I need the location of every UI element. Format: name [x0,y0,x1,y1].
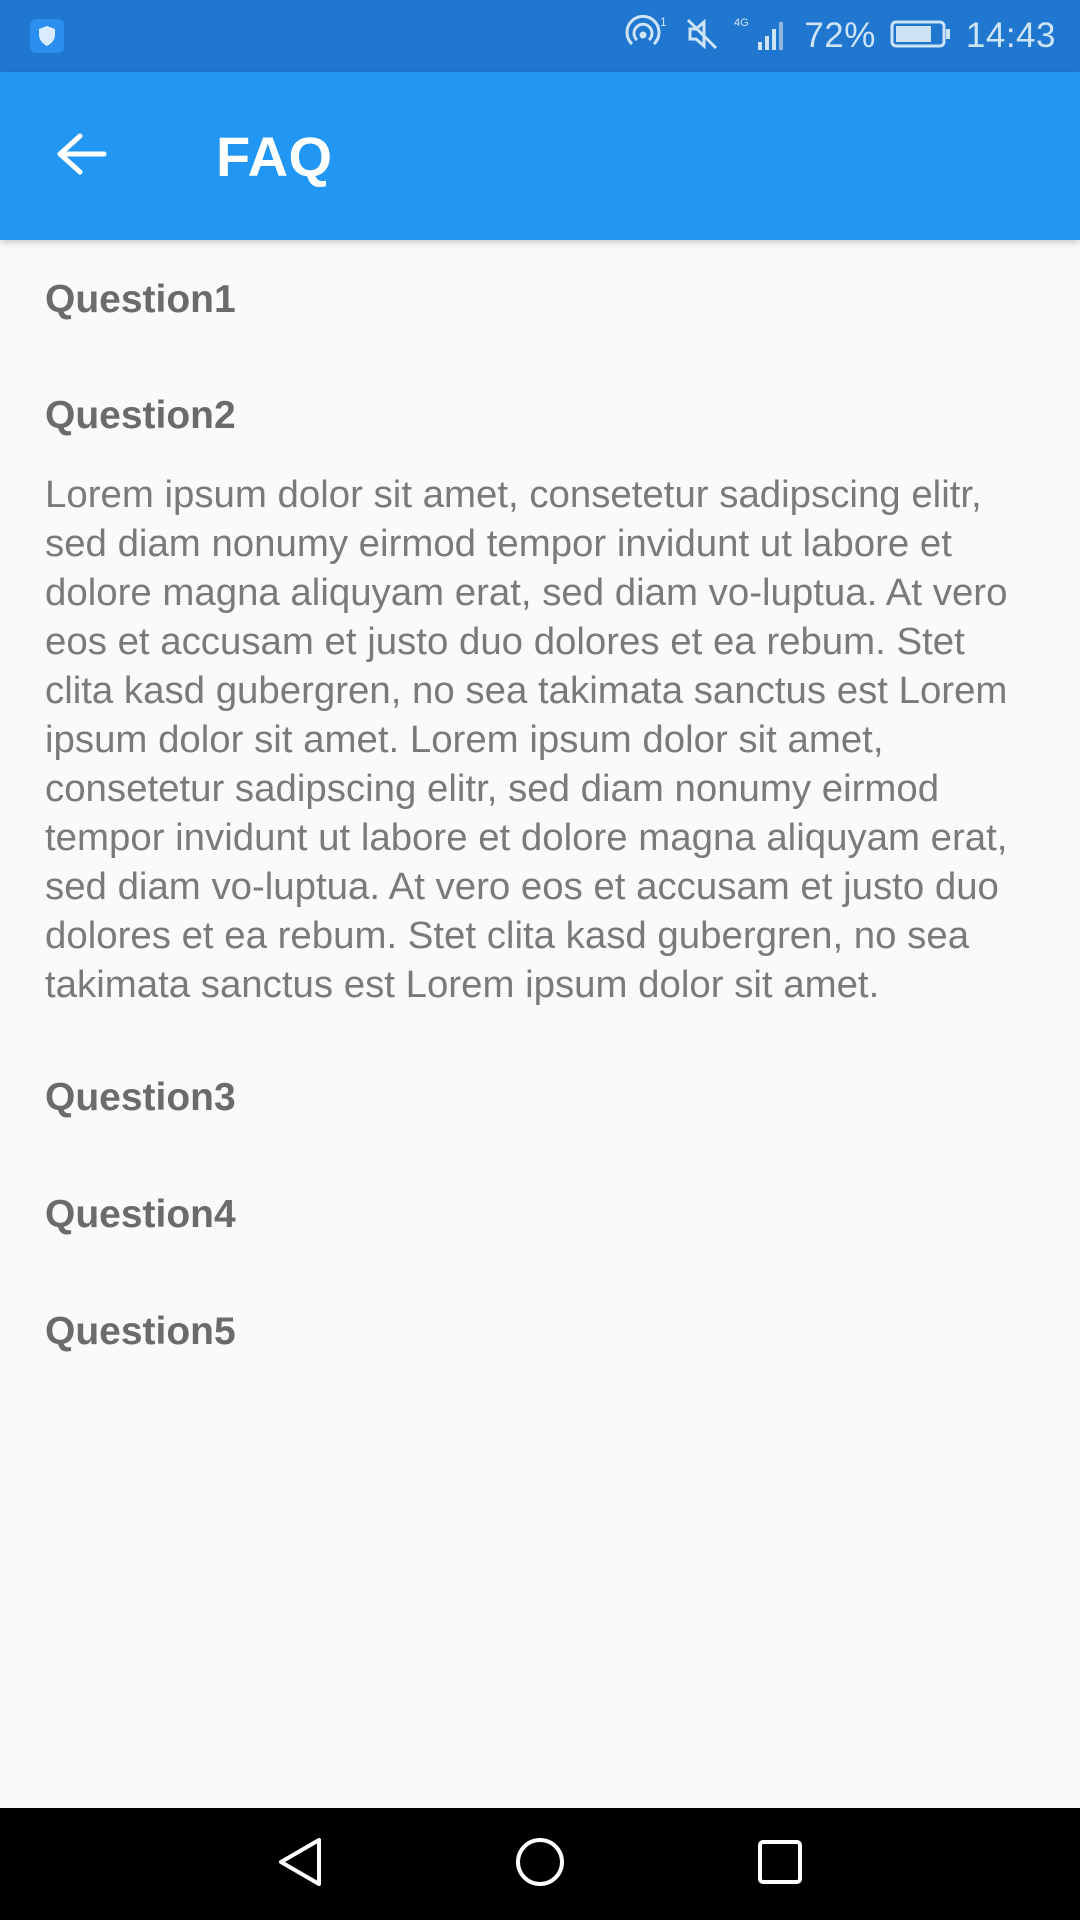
system-nav-bar [0,1808,1080,1920]
faq-question-4[interactable]: Question4 [45,1156,1035,1273]
faq-item-2: Question2 Lorem ipsum dolor sit amet, co… [0,357,1080,1039]
faq-question-3[interactable]: Question3 [45,1039,1035,1156]
faq-question-2[interactable]: Question2 [45,357,1035,474]
circle-home-icon [514,1836,566,1893]
back-button[interactable] [34,108,130,204]
shield-icon [30,19,64,53]
hotspot-icon: 1 [622,14,670,59]
status-icons: 1 4G 72% 14:43 [622,14,1056,59]
faq-question-5[interactable]: Question5 [45,1273,1035,1390]
mute-icon [684,16,720,57]
faq-item-1: Question1 [0,240,1080,357]
battery-percent: 72% [804,16,876,55]
triangle-back-icon [275,1836,325,1893]
nav-home-button[interactable] [480,1808,600,1920]
battery-icon [890,19,952,54]
faq-item-5: Question5 [0,1273,1080,1390]
faq-item-3: Question3 [0,1039,1080,1156]
nav-recents-button[interactable] [720,1808,840,1920]
faq-answer-2: Lorem ipsum dolor sit amet, consetetur s… [45,473,1008,1006]
arrow-back-icon [56,132,108,181]
signal-icon: 4G [734,14,790,59]
page-title: FAQ [216,124,333,188]
svg-text:1: 1 [660,15,667,29]
nav-back-button[interactable] [240,1808,360,1920]
square-recents-icon [756,1838,804,1891]
faq-item-4: Question4 [0,1156,1080,1273]
clock: 14:43 [965,16,1056,55]
faq-question-1[interactable]: Question1 [45,240,1035,357]
svg-text:4G: 4G [734,17,749,29]
app-bar: FAQ [0,72,1080,240]
status-bar: 1 4G 72% 14:43 [0,0,1080,72]
faq-list: Question1 Question2 Lorem ipsum dolor si… [0,240,1080,1390]
